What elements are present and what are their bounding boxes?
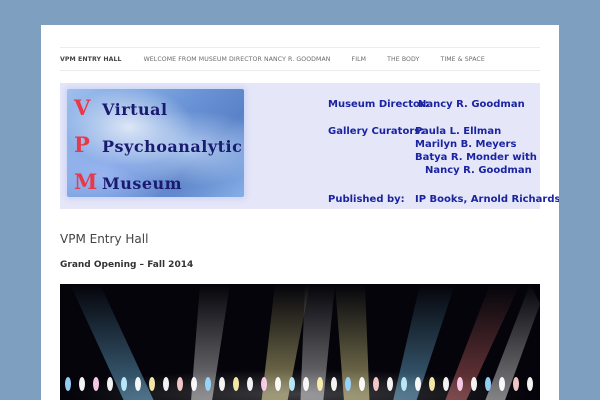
logo-initial-v: V — [74, 95, 91, 120]
curator-3: Batya R. Monder with — [415, 152, 537, 163]
header-banner[interactable]: V Virtual P Psychoanalytic M Museum Muse… — [60, 83, 559, 209]
logo-word-psychoanalytic: Psychoanalytic — [102, 137, 243, 156]
curators-label: Gallery Curators: — [328, 126, 425, 137]
content-page: VPM ENTRY HALL WELCOME FROM MUSEUM DIREC… — [41, 25, 559, 400]
published-value: IP Books, Arnold Richards — [415, 194, 559, 205]
main-navigation: VPM ENTRY HALL WELCOME FROM MUSEUM DIREC… — [60, 47, 540, 71]
logo-initial-p: P — [74, 132, 90, 157]
stage-lights-image — [60, 284, 540, 400]
logo-word-museum: Museum — [102, 174, 183, 193]
director-label: Museum Director: — [328, 99, 429, 110]
logo-initial-m: M — [74, 169, 98, 194]
nav-item-film[interactable]: FILM — [352, 56, 367, 63]
published-label: Published by: — [328, 194, 405, 205]
nav-item-time-space[interactable]: TIME & SPACE — [440, 56, 484, 63]
curator-4: Nancy R. Goodman — [425, 165, 532, 176]
grand-opening-subtitle: Grand Opening – Fall 2014 — [60, 260, 194, 270]
director-value: Nancy R. Goodman — [418, 99, 525, 110]
logo-line-virtual: V Virtual — [74, 95, 168, 120]
logo-line-museum: M Museum — [74, 169, 182, 194]
vpm-logo: V Virtual P Psychoanalytic M Museum — [67, 89, 244, 197]
curator-1: Paula L. Ellman — [415, 126, 502, 137]
logo-word-virtual: Virtual — [102, 100, 168, 119]
curator-2: Marilyn B. Meyers — [415, 139, 517, 150]
stage-lights-graphic — [60, 284, 540, 400]
nav-item-welcome[interactable]: WELCOME FROM MUSEUM DIRECTOR NANCY R. GO… — [144, 56, 331, 63]
nav-item-the-body[interactable]: THE BODY — [387, 56, 419, 63]
logo-line-psychoanalytic: P Psychoanalytic — [74, 132, 242, 157]
nav-item-vpm-entry-hall[interactable]: VPM ENTRY HALL — [60, 56, 122, 63]
page-title: VPM Entry Hall — [60, 232, 149, 246]
